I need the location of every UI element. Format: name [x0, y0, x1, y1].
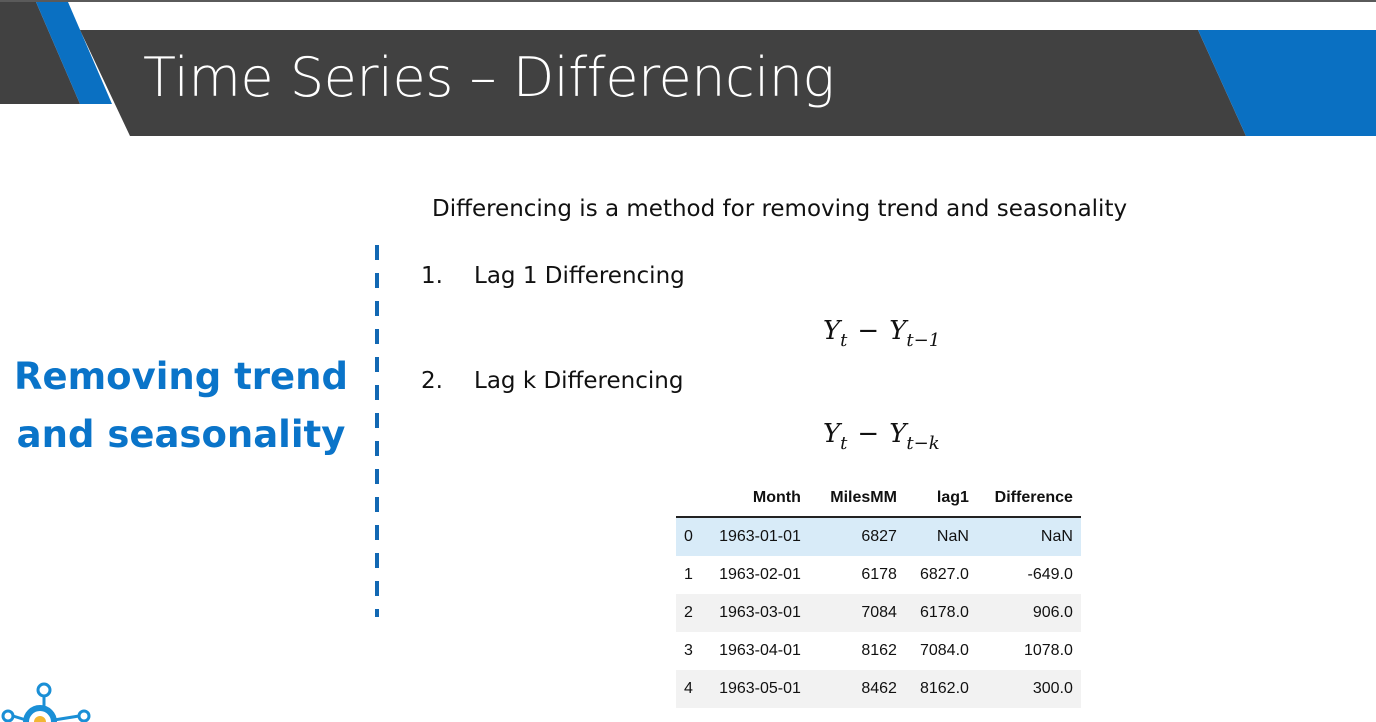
side-heading-line-1: Removing trend	[14, 355, 348, 398]
column-header-month: Month	[696, 480, 809, 518]
cell-milesmm: 6178	[861, 566, 897, 583]
row-index: 0	[676, 517, 697, 556]
cell-month: 1963-02-01	[719, 566, 801, 583]
table-row: 3 1963-04-01 8162 7084.0 1078.0	[676, 632, 1081, 670]
formula-rhs-sub: t−1	[906, 330, 941, 351]
list-number-2: 2.	[421, 368, 443, 394]
formula-lhs-sub: t	[840, 433, 848, 454]
row-index: 4	[676, 670, 697, 708]
side-heading: Removing trend and seasonality	[0, 348, 362, 464]
cell-difference: 1078.0	[1023, 642, 1073, 659]
formula-rhs: Y	[889, 419, 907, 449]
slide-title: Time Series – Differencing	[143, 46, 835, 109]
cell-milesmm: 6827	[808, 517, 905, 556]
list-label-lag-1: Lag 1 Differencing	[474, 263, 685, 289]
formula-operator: −	[857, 316, 880, 346]
list-number-1: 1.	[421, 263, 443, 289]
formula-operator: −	[857, 419, 880, 449]
table-row: 0 1963-01-01 6827 NaN NaN	[676, 517, 1081, 556]
cell-lag1: NaN	[904, 517, 977, 556]
formula-lhs: Y	[823, 316, 841, 346]
lightbulb-gear-logo-icon	[1, 682, 91, 722]
formula-lhs-sub: t	[840, 330, 848, 351]
cell-lag1: 7084.0	[919, 642, 969, 659]
formula-rhs: Y	[889, 316, 907, 346]
cell-difference: 300.0	[976, 670, 1081, 708]
column-header-index	[676, 480, 697, 518]
list-label-lag-k: Lag k Differencing	[474, 368, 684, 394]
column-header-difference: Difference	[976, 480, 1081, 518]
cell-lag1: 6178.0	[904, 594, 977, 632]
cell-difference: -649.0	[1027, 566, 1073, 583]
cell-month: 1963-05-01	[696, 670, 809, 708]
formula-rhs-sub: t−k	[906, 433, 940, 454]
formula-lag-1: Yt − Yt−1	[823, 316, 940, 351]
formula-lhs: Y	[823, 419, 841, 449]
cell-month: 1963-03-01	[696, 594, 809, 632]
formula-lag-k: Yt − Yt−k	[823, 419, 940, 454]
table-header-row: Month MilesMM lag1 Difference	[676, 480, 1081, 518]
cell-difference: 906.0	[976, 594, 1081, 632]
row-index: 2	[676, 594, 697, 632]
cell-milesmm: 8462	[808, 670, 905, 708]
side-heading-line-2: and seasonality	[16, 413, 346, 456]
row-index: 3	[684, 642, 693, 659]
cell-month: 1963-04-01	[719, 642, 801, 659]
dashed-divider	[375, 245, 379, 617]
cell-lag1: 6827.0	[919, 566, 969, 583]
cell-difference: NaN	[976, 517, 1081, 556]
cell-milesmm: 8162	[861, 642, 897, 659]
cell-lag1: 8162.0	[904, 670, 977, 708]
table-row: 4 1963-05-01 8462 8162.0 300.0	[676, 670, 1081, 708]
table-row: 1 1963-02-01 6178 6827.0 -649.0	[676, 556, 1081, 594]
column-header-milesmm: MilesMM	[808, 480, 905, 518]
row-index: 1	[684, 566, 693, 583]
cell-milesmm: 7084	[808, 594, 905, 632]
cell-month: 1963-01-01	[696, 517, 809, 556]
table-row: 2 1963-03-01 7084 6178.0 906.0	[676, 594, 1081, 632]
differencing-table: Month MilesMM lag1 Difference 0 1963-01-…	[676, 480, 1081, 708]
intro-text: Differencing is a method for removing tr…	[432, 196, 1128, 222]
column-header-lag1: lag1	[904, 480, 977, 518]
